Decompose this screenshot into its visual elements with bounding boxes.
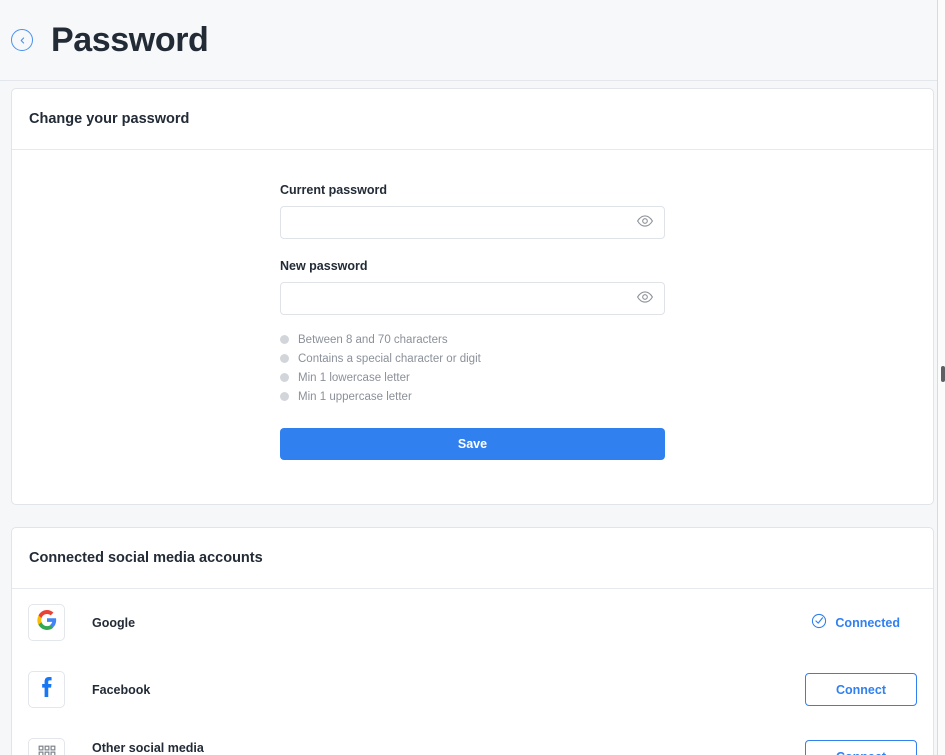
change-password-card: Change your password Current password Ne…	[11, 88, 934, 505]
password-requirement: Between 8 and 70 characters	[280, 330, 665, 349]
current-password-input[interactable]	[281, 207, 664, 238]
password-requirement: Min 1 uppercase letter	[280, 387, 665, 406]
save-button[interactable]: Save	[280, 428, 665, 460]
social-account-name: Other social media	[92, 741, 204, 755]
status-badge-connected: Connected	[811, 613, 917, 632]
connected-social-accounts-card: Connected social media accounts Google C…	[11, 527, 934, 755]
password-requirement: Contains a special character or digit	[280, 349, 665, 368]
facebook-icon	[37, 677, 57, 702]
new-password-label: New password	[280, 259, 368, 273]
status-badge-label: Connected	[835, 615, 900, 630]
requirement-label: Contains a special character or digit	[298, 352, 481, 365]
current-password-visibility-toggle[interactable]	[635, 213, 655, 233]
grid-icon	[37, 744, 57, 755]
password-requirement: Min 1 lowercase letter	[280, 368, 665, 387]
new-password-field[interactable]	[280, 282, 665, 315]
current-password-field[interactable]	[280, 206, 665, 239]
new-password-input[interactable]	[281, 283, 664, 314]
current-password-label: Current password	[280, 183, 387, 197]
change-password-title: Change your password	[29, 111, 190, 127]
social-account-row-other: Other social media PayPal, TikTok, Twitc…	[12, 723, 933, 755]
social-account-info: Other social media PayPal, TikTok, Twitc…	[92, 741, 805, 755]
check-circle-icon	[811, 613, 827, 632]
connected-social-accounts-title: Connected social media accounts	[29, 550, 263, 566]
password-requirements-list: Between 8 and 70 characters Contains a s…	[280, 330, 665, 406]
grid-icon-tile	[28, 738, 65, 755]
connect-button-facebook[interactable]: Connect	[805, 673, 917, 706]
connected-social-accounts-header: Connected social media accounts	[12, 528, 933, 589]
chevron-left-icon	[18, 36, 27, 45]
requirement-status-dot-icon	[280, 373, 289, 382]
google-icon-tile	[28, 604, 65, 641]
social-account-name: Google	[92, 615, 136, 630]
connect-button-other[interactable]: Connect	[805, 740, 917, 755]
change-password-form: Current password New password Between 8 …	[12, 150, 933, 504]
page-scrollbar-track[interactable]	[937, 0, 945, 755]
eye-icon	[636, 212, 654, 233]
social-account-info: Google	[92, 616, 811, 630]
eye-icon	[636, 288, 654, 309]
new-password-visibility-toggle[interactable]	[635, 289, 655, 309]
requirement-label: Min 1 lowercase letter	[298, 371, 410, 384]
change-password-card-header: Change your password	[12, 89, 933, 150]
requirement-status-dot-icon	[280, 354, 289, 363]
requirement-status-dot-icon	[280, 335, 289, 344]
requirement-status-dot-icon	[280, 392, 289, 401]
social-account-name: Facebook	[92, 682, 151, 697]
page-scrollbar-thumb[interactable]	[941, 366, 945, 382]
requirement-label: Min 1 uppercase letter	[298, 390, 412, 403]
page-title: Password	[51, 21, 209, 59]
social-account-info: Facebook	[92, 683, 805, 697]
social-account-row-facebook: Facebook Connect	[12, 656, 933, 723]
facebook-icon-tile	[28, 671, 65, 708]
page-header: Password	[0, 0, 945, 81]
social-account-row-google: Google Connected	[12, 589, 933, 656]
back-button[interactable]	[11, 29, 33, 51]
field-spacer	[280, 239, 665, 259]
google-icon	[36, 610, 57, 635]
requirement-label: Between 8 and 70 characters	[298, 333, 448, 346]
